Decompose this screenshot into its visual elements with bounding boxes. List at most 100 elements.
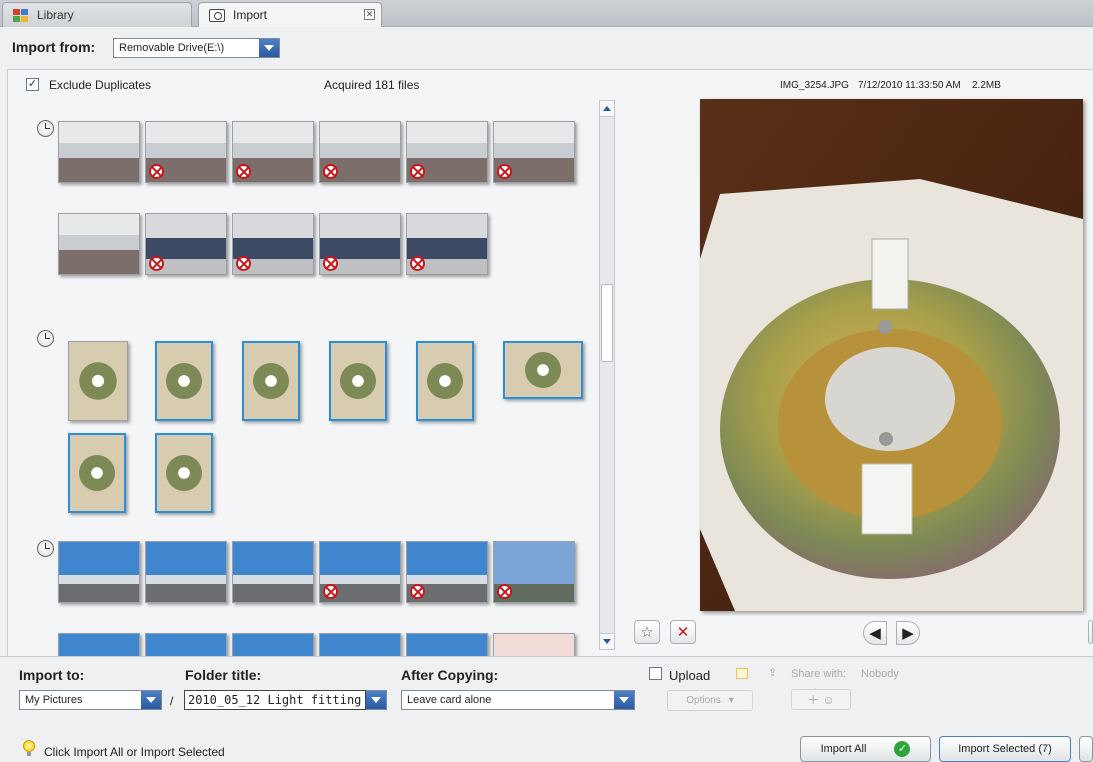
folder-title-value: 2010_05_12 Light fitting [188,693,362,707]
duplicate-icon [323,164,338,179]
share-with-label: Share with: [791,668,847,680]
import-source-value: Removable Drive(E:\) [119,42,225,54]
import-all-label: Import All [820,743,867,755]
photo-thumbnail[interactable] [155,341,213,421]
import-to-dropdown[interactable]: My Pictures [19,690,162,710]
exclude-duplicates-checkbox[interactable]: ✓ [26,78,39,91]
close-icon[interactable]: ✕ [364,9,375,20]
thumbnail-scrollbar[interactable] [599,100,615,650]
after-copying-value: Leave card alone [407,694,492,706]
lightbulb-icon [23,740,35,756]
check-icon: ✓ [894,741,911,757]
photo-thumbnail[interactable] [58,541,140,603]
reject-icon: ✕ [676,624,690,641]
import-from-label: Import from: [12,39,96,55]
chevron-down-icon: ▾ [728,695,734,706]
tab-import-label: Import [233,8,268,22]
tab-bar: Library Import ✕ [0,0,1093,27]
options-button[interactable]: Options ▾ [667,690,753,711]
photo-thumbnail[interactable] [493,541,575,603]
photo-thumbnail[interactable] [406,541,488,603]
photo-thumbnail[interactable] [232,541,314,603]
photo-thumbnail[interactable] [68,341,128,421]
photo-thumbnail[interactable] [242,341,300,421]
chevron-down-icon[interactable] [259,39,279,57]
duplicate-icon [497,584,512,599]
photo-thumbnail[interactable] [493,121,575,183]
arrow-right-icon: ▶ [902,625,914,642]
photo-thumbnail[interactable] [503,341,583,399]
next-photo-button[interactable]: ▶ [896,621,920,645]
photo-thumbnail[interactable] [406,121,488,183]
exclude-duplicates-label: Exclude Duplicates [49,78,152,92]
preview-filename: IMG_3254.JPG [780,80,849,91]
acquired-count: Acquired 181 files [324,78,420,92]
star-icon: ☆ [640,624,654,641]
cancel-button-partial[interactable] [1079,736,1093,762]
photo-thumbnail[interactable] [406,213,488,275]
duplicate-icon [149,256,164,271]
after-copying-dropdown[interactable]: Leave card alone [401,690,635,710]
photo-thumbnail[interactable] [232,213,314,275]
partial-button[interactable] [1088,620,1093,644]
duplicate-icon [410,164,425,179]
library-icon [13,8,29,22]
scroll-up-icon[interactable] [600,101,614,117]
clock-icon [37,540,54,557]
photo-thumbnail[interactable] [58,213,140,275]
duplicate-icon [410,256,425,271]
chevron-down-icon[interactable] [366,691,386,709]
upload-services-icon [736,668,748,679]
reject-button[interactable]: ✕ [670,620,696,644]
upload-label: Upload [669,668,711,683]
duplicate-icon [323,256,338,271]
photo-thumbnail[interactable] [145,541,227,603]
folder-title-input[interactable]: 2010_05_12 Light fitting [184,690,366,710]
path-separator: / [170,694,174,708]
photo-thumbnail[interactable] [58,121,140,183]
preview-image [700,99,1083,611]
import-source-dropdown[interactable]: Removable Drive(E:\) [113,38,280,58]
duplicate-icon [236,256,251,271]
photo-thumbnail[interactable] [155,433,213,513]
photo-thumbnail[interactable] [145,213,227,275]
duplicate-icon [497,164,512,179]
photo-thumbnail[interactable] [145,121,227,183]
import-camera-icon [209,8,225,22]
upload-checkbox[interactable] [649,667,662,680]
previous-photo-button[interactable]: ◀ [863,621,887,645]
clock-icon [37,330,54,347]
photo-thumbnail[interactable] [329,341,387,421]
photo-thumbnail[interactable] [416,341,474,421]
add-contact-icon: ＋ ☺ [807,693,835,707]
star-rating-button[interactable]: ☆ [634,620,660,644]
share-with-value: Nobody [861,668,899,680]
chevron-down-icon[interactable] [141,691,161,709]
duplicate-icon [236,164,251,179]
import-all-button[interactable]: Import All ✓ [800,736,931,762]
after-copying-label: After Copying: [401,667,499,683]
photo-thumbnail[interactable] [68,433,126,513]
scrollbar-thumb[interactable] [601,284,613,362]
add-contact-button[interactable]: ＋ ☺ [791,689,851,710]
preview-filesize: 2.2MB [972,80,1001,91]
duplicate-icon [410,584,425,599]
photo-thumbnail[interactable] [232,121,314,183]
folder-title-dropdown[interactable] [366,690,387,710]
share-icon: ⇪ [768,667,778,679]
duplicate-icon [323,584,338,599]
photo-thumbnail[interactable] [319,121,401,183]
chevron-down-icon[interactable] [614,691,634,709]
tab-import[interactable]: Import ✕ [198,2,382,27]
photo-thumbnail[interactable] [319,541,401,603]
options-label: Options [686,695,721,706]
import-to-label: Import to: [19,667,85,683]
import-selected-button[interactable]: Import Selected (7) [939,736,1071,762]
tip-text: Click Import All or Import Selected [44,745,225,759]
scroll-down-icon[interactable] [600,633,614,649]
tab-library[interactable]: Library [2,2,192,27]
duplicate-icon [149,164,164,179]
photo-thumbnail[interactable] [319,213,401,275]
tab-library-label: Library [37,8,74,22]
preview-datetime: 7/12/2010 11:33:50 AM [858,80,961,91]
